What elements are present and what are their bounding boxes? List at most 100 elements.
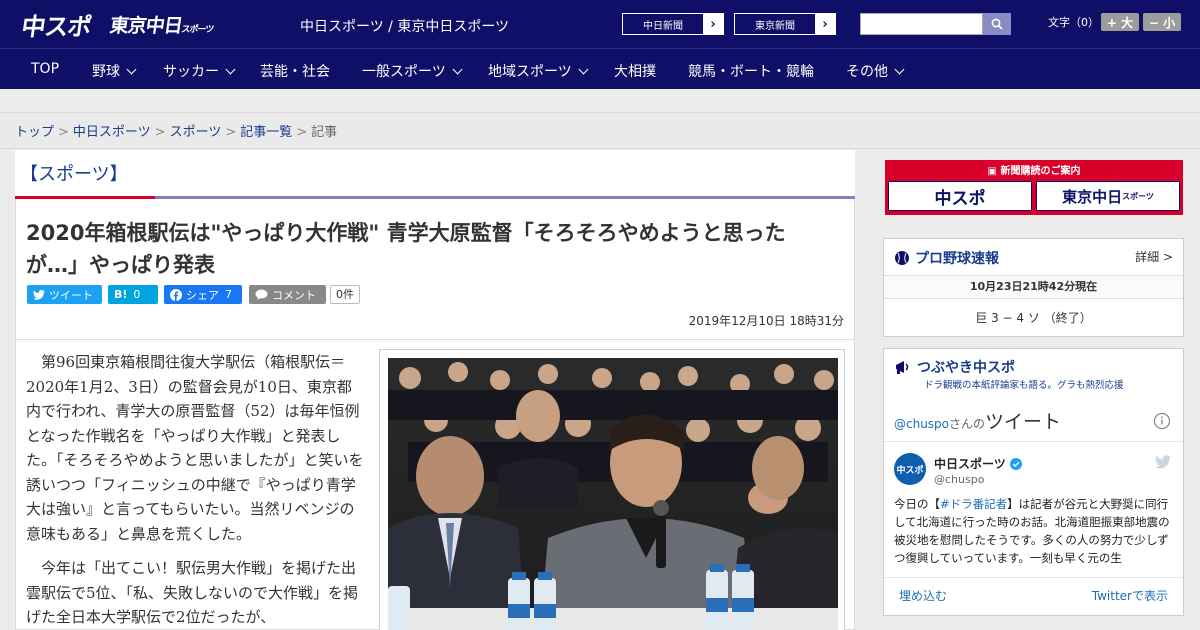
twitter-handle-link[interactable]: @chuspo xyxy=(894,417,949,431)
breadcrumb-current: 記事 xyxy=(311,125,338,140)
megaphone-icon xyxy=(896,361,909,374)
article-date: 2019年12月10日 18時31分 xyxy=(688,314,844,328)
tweet-account: 中日スポーツ xyxy=(934,455,1022,472)
twitter-widget-header: つぶやき中スポ xyxy=(894,357,1015,377)
nav-label: 一般スポーツ xyxy=(362,64,446,80)
article-header: 2020年箱根駅伝は"やっぱり大作戦" 青学大原監督「そろそろやめようと思ったが… xyxy=(15,199,855,340)
hatena-icon: B! xyxy=(114,288,128,301)
twitter-widget-subtitle: ドラ観戦の本紙評論家も語る。グラも熱烈応援 xyxy=(924,380,1124,391)
nav-entertainment[interactable]: 芸能・社会 xyxy=(260,61,330,81)
hatena-bookmark-button[interactable]: B! 0 xyxy=(108,285,158,304)
main-nav: TOP 野球 サッカー 芸能・社会 一般スポーツ 地域スポーツ 大相撲 競馬・ボ… xyxy=(0,48,1200,89)
hatena-count: 0 xyxy=(133,288,141,301)
facebook-share-label: シェア xyxy=(186,288,219,302)
breadcrumb-separator: > xyxy=(58,125,69,140)
nav-soccer[interactable]: サッカー xyxy=(163,61,236,81)
subscribe-tokyo-link[interactable]: 東京中日 スポーツ xyxy=(1036,181,1180,211)
baseball-detail-link[interactable]: 詳細 > xyxy=(1135,248,1173,265)
tweet-account-handle[interactable]: @chuspo xyxy=(934,473,984,486)
section-title: 【スポーツ】 xyxy=(20,164,128,185)
article-paragraph: 第96回東京箱根間往復大学駅伝（箱根駅伝＝2020年1月2、3日）の監督会見が1… xyxy=(26,353,364,543)
view-on-twitter-link[interactable]: Twitterで表示 xyxy=(1092,587,1168,604)
breadcrumb-chunichi-sports[interactable]: 中日スポーツ xyxy=(73,125,151,140)
chevron-right-icon: › xyxy=(703,14,723,34)
font-larger-button[interactable]: + 大 xyxy=(1101,13,1139,31)
nav-regional-sports[interactable]: 地域スポーツ xyxy=(488,61,589,81)
nav-label: 野球 xyxy=(92,64,120,80)
facebook-share-count: 7 xyxy=(225,288,232,301)
facebook-icon xyxy=(170,288,182,301)
subscription-banner[interactable]: ▣ 新聞購読のご案内 中スポ 東京中日 スポーツ xyxy=(885,160,1183,215)
twitter-footer-divider xyxy=(884,577,1183,578)
tweet-text: 今日の【#ドラ番記者】は記者が谷元と大野奨に同行して北海道に行った時のお話。北海… xyxy=(894,495,1174,567)
twitter-divider xyxy=(884,441,1183,442)
breadcrumb-separator: > xyxy=(225,125,237,140)
avatar[interactable]: 中スポ xyxy=(894,453,926,485)
subscription-banner-header: ▣ 新聞購読のご案内 xyxy=(885,162,1183,177)
baseball-widget-header: プロ野球速報 xyxy=(894,248,999,268)
tweet-hashtag[interactable]: #ドラ番記者 xyxy=(940,497,1007,511)
embed-link[interactable]: 埋め込む xyxy=(899,587,947,604)
breadcrumb-article-list[interactable]: 記事一覧 xyxy=(240,125,292,140)
tweet-label: ツイート xyxy=(49,288,93,302)
nav-baseball[interactable]: 野球 xyxy=(92,61,137,81)
breadcrumb-top[interactable]: トップ xyxy=(15,125,54,140)
chevron-down-icon xyxy=(894,64,905,75)
twitter-widget: つぶやき中スポ ドラ観戦の本紙評論家も語る。グラも熱烈応援 @chuspo さん… xyxy=(883,348,1184,616)
info-icon[interactable] xyxy=(1153,412,1171,430)
main-column: 【スポーツ】 2020年箱根駅伝は"やっぱり大作戦" 青学大原監督「そろそろやめ… xyxy=(15,150,855,630)
press-conference-photo xyxy=(388,358,838,630)
twitter-bird-icon xyxy=(33,289,45,300)
nav-label: その他 xyxy=(846,64,888,80)
nav-label: 地域スポーツ xyxy=(488,64,572,80)
nav-label: サッカー xyxy=(163,64,219,80)
article-body: 第96回東京箱根間往復大学駅伝（箱根駅伝＝2020年1月2、3日）の監督会見が1… xyxy=(15,340,855,630)
nav-label: TOP xyxy=(31,61,60,77)
tokyo-link-label: 東京新聞 xyxy=(755,20,795,32)
tweets-heading: @chuspo さんの ツイート xyxy=(894,407,1061,434)
nav-general-sports[interactable]: 一般スポーツ xyxy=(362,61,463,81)
baseball-widget: プロ野球速報 詳細 > 10月23日21時42分現在 巨 3 − 4 ソ （終了… xyxy=(883,238,1184,337)
search-box xyxy=(860,13,1011,35)
chunichi-link-label: 中日新聞 xyxy=(643,20,683,32)
facebook-share-button[interactable]: シェア 7 xyxy=(164,285,242,304)
nav-sumo[interactable]: 大相撲 xyxy=(614,61,656,81)
breadcrumb-sports[interactable]: スポーツ xyxy=(170,125,222,140)
nav-label: 芸能・社会 xyxy=(260,64,330,80)
subscribe-tokyo-label: 東京中日 xyxy=(1062,187,1123,206)
tokyo-chunichi-logo[interactable]: 東京中日スポーツ xyxy=(108,11,216,38)
search-button[interactable] xyxy=(983,13,1011,35)
baseball-widget-title: プロ野球速報 xyxy=(915,251,999,267)
tokyo-logo-sub: スポーツ xyxy=(180,25,214,35)
tokyo-shimbun-link[interactable]: 東京新聞 › xyxy=(734,13,836,35)
chevron-down-icon xyxy=(126,64,137,75)
tweet-button[interactable]: ツイート xyxy=(27,285,102,304)
baseball-score[interactable]: 巨 3 − 4 ソ （終了） xyxy=(884,309,1183,326)
subscription-banner-title: 新聞購読のご案内 xyxy=(1000,166,1081,177)
chuspo-logo[interactable]: 中スポ xyxy=(20,7,94,42)
nav-label: 競馬・ボート・競輪 xyxy=(688,64,814,80)
comment-button[interactable]: コメント xyxy=(249,285,326,304)
site-header: 中スポ 東京中日スポーツ 中日スポーツ / 東京中日スポーツ 中日新聞 › 東京… xyxy=(0,0,1200,48)
nav-other[interactable]: その他 xyxy=(846,61,905,81)
font-size-label: 文字（0） xyxy=(1048,16,1099,29)
tweets-label: ツイート xyxy=(985,411,1062,433)
nav-top[interactable]: TOP xyxy=(31,61,59,77)
tokyo-logo-text: 東京中日 xyxy=(108,15,184,37)
tweet-account-name[interactable]: 中日スポーツ xyxy=(934,455,1006,472)
chunichi-shimbun-link[interactable]: 中日新聞 › xyxy=(622,13,724,35)
article-photo[interactable] xyxy=(379,349,845,630)
font-smaller-button[interactable]: − 小 xyxy=(1143,13,1181,31)
nav-racing[interactable]: 競馬・ボート・競輪 xyxy=(688,61,814,81)
subscribe-chuspo-link[interactable]: 中スポ xyxy=(888,181,1032,211)
twitter-handle-suffix: さんの xyxy=(949,417,986,431)
search-input[interactable] xyxy=(860,13,983,35)
twitter-bird-icon xyxy=(1155,455,1171,469)
tweet-text-pre: 今日の【 xyxy=(894,497,940,511)
comment-count: 0件 xyxy=(330,285,360,304)
article-text: 第96回東京箱根間往復大学駅伝（箱根駅伝＝2020年1月2、3日）の監督会見が1… xyxy=(26,350,366,630)
baseball-icon xyxy=(895,251,909,265)
subscribe-chuspo-label: 中スポ xyxy=(934,188,986,209)
chevron-down-icon xyxy=(578,64,589,75)
nav-label: 大相撲 xyxy=(614,64,656,80)
